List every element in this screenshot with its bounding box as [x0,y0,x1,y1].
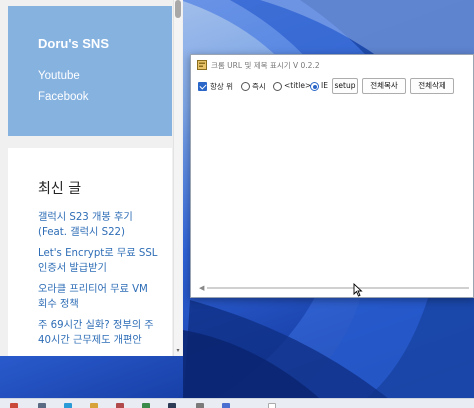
mouse-pointer-icon [353,283,363,297]
recent-posts-widget: 최신 글 갤럭시 S23 개봉 후기 (Feat. 갤럭시 S22) Let's… [8,148,172,356]
radio-title-label: <title> [284,81,312,90]
post-link[interactable]: 오라클 프리티어 무료 VM 회수 정책 [38,282,158,312]
scroll-thumb[interactable] [175,0,181,18]
taskbar-app-icon[interactable] [10,403,18,408]
radio-immediate-label: 즉시 [252,82,266,91]
scroll-left-icon[interactable]: ◀ [199,284,204,292]
site-title[interactable]: Doru's SNS [38,36,109,51]
taskbar-app-icon[interactable] [222,403,230,408]
app-icon [197,60,207,70]
taskbar-app-icon[interactable] [168,403,176,408]
nav-link-facebook[interactable]: Facebook [38,91,89,103]
post-link[interactable]: 주 69시간 실화? 정부의 주40시간 근무제도 개편안 [38,318,158,348]
taskbar-app-icon[interactable] [38,403,46,408]
nav-link-youtube[interactable]: Youtube [38,70,80,82]
post-link[interactable]: Let's Encrypt로 무료 SSL 인증서 발급받기 [38,246,158,276]
title-display-window: 크롬 URL 및 제목 표시기 V 0.2.2 항상 위 즉시 <title> … [190,54,474,298]
radio-ie-label: IE [321,81,328,90]
browser-window: Doru's SNS Youtube Facebook 최신 글 갤럭시 S23… [0,0,183,356]
horizontal-scrollbar[interactable]: ◀ [197,283,473,293]
url-title-list[interactable] [197,99,473,283]
radio-title[interactable] [273,82,282,91]
vertical-scrollbar[interactable]: ▾ [173,0,182,356]
taskbar-app-icon[interactable] [142,403,150,408]
radio-ie[interactable] [310,82,319,91]
taskbar-app-icon[interactable] [268,403,276,408]
window-title: 크롬 URL 및 제목 표시기 V 0.2.2 [211,61,320,70]
always-on-top-checkbox[interactable] [198,82,207,91]
taskbar-app-icon[interactable] [196,403,204,408]
widget-title: 최신 글 [38,181,82,197]
taskbar-app-icon[interactable] [64,403,72,408]
taskbar-app-icon[interactable] [116,403,124,408]
setup-button[interactable]: setup [332,78,358,94]
copy-all-button[interactable]: 전체복사 [362,78,406,94]
radio-immediate[interactable] [241,82,250,91]
always-on-top-label: 항상 위 [210,82,234,91]
post-link[interactable]: 갤럭시 S23 개봉 후기 (Feat. 갤럭시 S22) [38,210,158,240]
taskbar-app-icon[interactable] [90,403,98,408]
scroll-down-icon[interactable]: ▾ [175,348,181,354]
scroll-track[interactable] [207,287,469,289]
taskbar [0,398,474,408]
blog-header: Doru's SNS Youtube Facebook [8,6,172,136]
window-titlebar[interactable]: 크롬 URL 및 제목 표시기 V 0.2.2 [191,55,473,75]
delete-all-button[interactable]: 전체삭제 [410,78,454,94]
